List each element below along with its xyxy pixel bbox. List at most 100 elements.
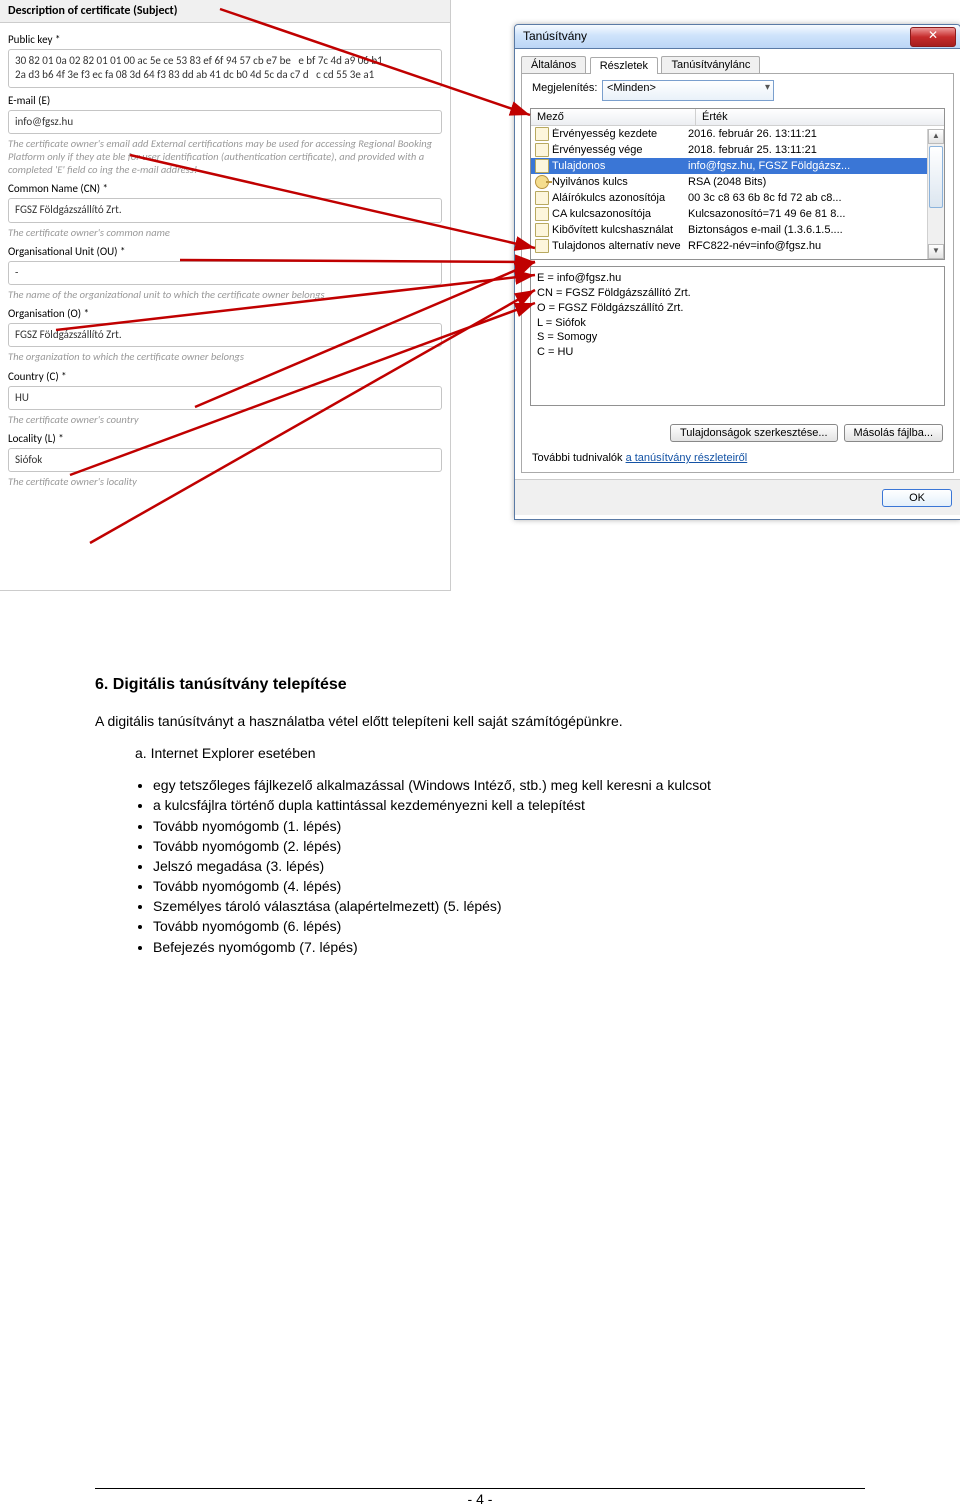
table-row[interactable]: Aláírókulcs azonosítója00 3c c8 63 6b 8c…: [531, 190, 944, 206]
col-value[interactable]: Érték: [696, 109, 944, 125]
public-key-label: Public key *: [8, 33, 442, 46]
row-field: Érvényesség kezdete: [552, 128, 688, 140]
detail-box[interactable]: E = info@fgsz.huCN = FGSZ Földgázszállít…: [530, 266, 945, 406]
page-icon: [535, 191, 549, 205]
ou-help: The name of the organizational unit to w…: [8, 288, 442, 301]
email-label: E-mail (E): [8, 94, 442, 107]
row-field: Kibővített kulcshasználat: [552, 224, 688, 236]
o-field[interactable]: FGSZ Földgázszállító Zrt.: [8, 323, 442, 347]
list-item: Befejezés nyomógomb (7. lépés): [153, 938, 865, 956]
tab-chain[interactable]: Tanúsítványlánc: [661, 56, 760, 73]
fields-list: Mező Érték Érvényesség kezdete2016. febr…: [530, 108, 945, 260]
row-value: RSA (2048 Bits): [688, 176, 944, 188]
table-row[interactable]: Érvényesség vége2018. február 25. 13:11:…: [531, 142, 944, 158]
doc-bullets: egy tetszőleges fájlkezelő alkalmazással…: [95, 776, 865, 956]
list-item: Személyes tároló választása (alapértelme…: [153, 897, 865, 915]
list-item: egy tetszőleges fájlkezelő alkalmazással…: [153, 776, 865, 794]
row-field: Nyilvános kulcs: [552, 176, 688, 188]
email-help: The certificate owner's email add Extern…: [8, 137, 442, 176]
form-panel: Description of certificate (Subject) Pub…: [0, 0, 451, 591]
detail-line: L = Siófok: [537, 316, 938, 331]
ou-field[interactable]: -: [8, 261, 442, 285]
table-row[interactable]: Tulajdonos alternatív neveRFC822-név=inf…: [531, 238, 944, 254]
o-help: The organization to which the certificat…: [8, 350, 442, 363]
more-info-text: További tudnivalók: [532, 452, 626, 464]
row-value: 2018. február 25. 13:11:21: [688, 144, 944, 156]
list-item: Tovább nyomógomb (6. lépés): [153, 917, 865, 935]
email-field[interactable]: info@fgsz.hu: [8, 110, 442, 134]
detail-line: C = HU: [537, 345, 938, 360]
table-row[interactable]: Érvényesség kezdete2016. február 26. 13:…: [531, 126, 944, 142]
cert-dialog: Tanúsítvány ✕ Általános Részletek Tanúsí…: [514, 24, 960, 520]
scroll-down-icon[interactable]: ▼: [928, 244, 944, 259]
detail-line: O = FGSZ Földgázszállító Zrt.: [537, 301, 938, 316]
key-icon: [535, 175, 549, 189]
page-icon: [535, 223, 549, 237]
table-row[interactable]: Tulajdonosinfo@fgsz.hu, FGSZ Földgázsz..…: [531, 158, 944, 174]
o-label: Organisation (O) *: [8, 307, 442, 320]
row-field: Tulajdonos: [552, 160, 688, 172]
row-field: CA kulcsazonosítója: [552, 208, 688, 220]
c-field[interactable]: HU: [8, 386, 442, 410]
page-icon: [535, 207, 549, 221]
row-field: Érvényesség vége: [552, 144, 688, 156]
l-field[interactable]: Siófok: [8, 448, 442, 472]
row-value: RFC822-név=info@fgsz.hu: [688, 240, 944, 252]
tab-body: Megjelenítés: <Minden> Mező Érték Érvény…: [521, 73, 954, 473]
doc-heading: 6. Digitális tanúsítvány telepítése: [95, 675, 865, 696]
row-value: Biztonságos e-mail (1.3.6.1.5....: [688, 224, 944, 236]
list-item: Tovább nyomógomb (4. lépés): [153, 877, 865, 895]
col-field[interactable]: Mező: [531, 109, 696, 125]
doc-lead: a. Internet Explorer esetében: [95, 744, 865, 762]
ok-button[interactable]: OK: [882, 489, 952, 507]
l-label: Locality (L) *: [8, 432, 442, 445]
table-row[interactable]: Kibővített kulcshasználatBiztonságos e-m…: [531, 222, 944, 238]
cn-help: The certificate owner's common name: [8, 226, 442, 239]
page-footer: - 4 -: [95, 1488, 865, 1507]
cn-field[interactable]: FGSZ Földgázszállító Zrt.: [8, 198, 442, 222]
tab-details[interactable]: Részletek: [590, 57, 658, 74]
row-value: 2016. február 26. 13:11:21: [688, 128, 944, 140]
c-label: Country (C) *: [8, 370, 442, 383]
copy-to-file-button[interactable]: Másolás fájlba...: [844, 424, 943, 442]
row-value: info@fgsz.hu, FGSZ Földgázsz...: [688, 160, 944, 172]
tab-general[interactable]: Általános: [521, 56, 586, 73]
more-info: További tudnivalók a tanúsítvány részlet…: [532, 452, 747, 464]
cert-title-text: Tanúsítvány: [523, 29, 587, 43]
form-header: Description of certificate (Subject): [0, 0, 450, 23]
list-item: Jelszó megadása (3. lépés): [153, 857, 865, 875]
detail-line: CN = FGSZ Földgázszállító Zrt.: [537, 286, 938, 301]
page-icon: [535, 159, 549, 173]
display-label: Megjelenítés:: [532, 82, 597, 94]
edit-properties-button[interactable]: Tulajdonságok szerkesztése...: [670, 424, 838, 442]
list-header: Mező Érték: [531, 109, 944, 126]
list-item: a kulcsfájlra történő dupla kattintással…: [153, 796, 865, 814]
detail-line: S = Somogy: [537, 330, 938, 345]
display-dropdown[interactable]: <Minden>: [602, 80, 774, 101]
row-value: 00 3c c8 63 6b 8c fd 72 ab c8...: [688, 192, 944, 204]
table-row[interactable]: CA kulcsazonosítójaKulcsazonosító=71 49 …: [531, 206, 944, 222]
row-field: Tulajdonos alternatív neve: [552, 240, 688, 252]
scrollbar[interactable]: ▲ ▼: [927, 129, 944, 259]
list-item: Tovább nyomógomb (1. lépés): [153, 817, 865, 835]
table-row[interactable]: Nyilvános kulcsRSA (2048 Bits): [531, 174, 944, 190]
l-help: The certificate owner's locality: [8, 475, 442, 488]
scroll-thumb[interactable]: [929, 146, 943, 208]
list-item: Tovább nyomógomb (2. lépés): [153, 837, 865, 855]
detail-line: E = info@fgsz.hu: [537, 271, 938, 286]
page-icon: [535, 143, 549, 157]
row-value: Kulcsazonosító=71 49 6e 81 8...: [688, 208, 944, 220]
doc-p1: A digitális tanúsítványt a használatba v…: [95, 712, 865, 730]
page-icon: [535, 239, 549, 253]
scroll-up-icon[interactable]: ▲: [928, 129, 944, 144]
ou-label: Organisational Unit (OU) *: [8, 245, 442, 258]
tab-row: Általános Részletek Tanúsítványlánc: [515, 49, 960, 73]
row-field: Aláírókulcs azonosítója: [552, 192, 688, 204]
close-icon[interactable]: ✕: [910, 27, 956, 47]
cert-title: Tanúsítvány ✕: [515, 25, 960, 49]
more-info-link[interactable]: a tanúsítvány részleteiről: [626, 452, 748, 464]
c-help: The certificate owner's country: [8, 413, 442, 426]
page-icon: [535, 127, 549, 141]
public-key-field[interactable]: 30 82 01 0a 02 82 01 01 00 ac 5e ce 53 8…: [8, 49, 442, 88]
cn-label: Common Name (CN) *: [8, 182, 442, 195]
